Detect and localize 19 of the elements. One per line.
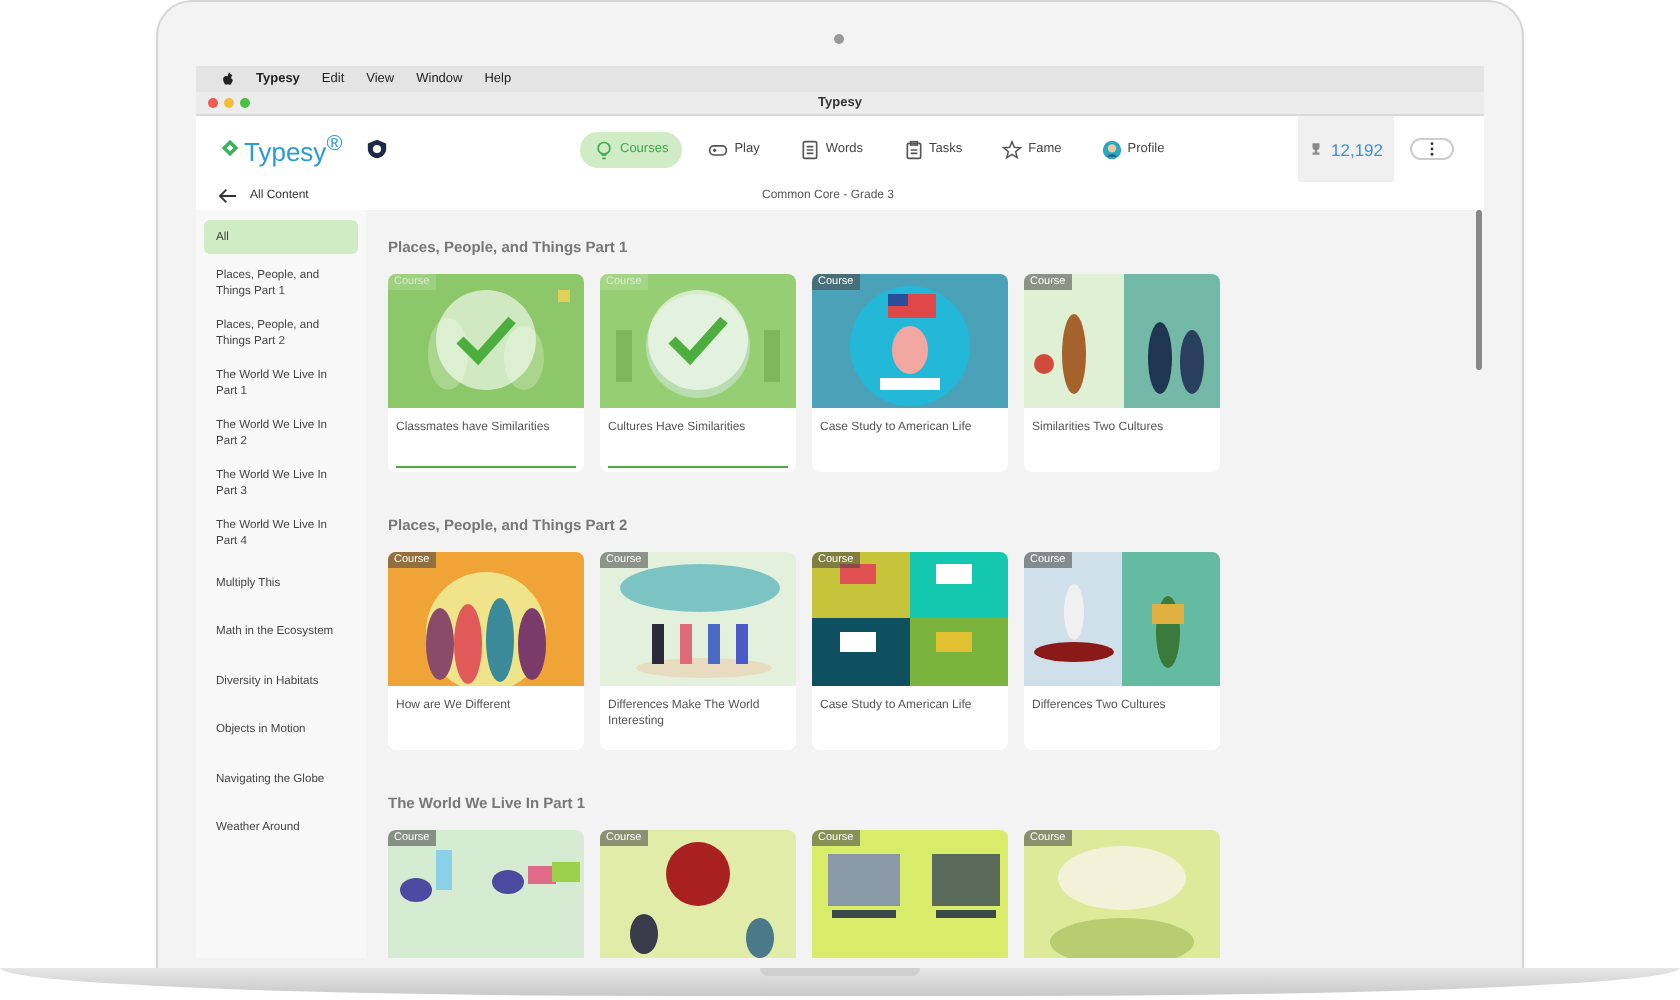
minimize-button[interactable] (224, 98, 234, 108)
lightbulb-icon (594, 139, 614, 159)
close-button[interactable] (208, 98, 218, 108)
scrollbar[interactable] (1476, 210, 1482, 370)
score-value: 12,192 (1331, 139, 1383, 159)
shield-icon (366, 137, 389, 160)
camera-icon (834, 34, 844, 44)
apple-icon (222, 72, 234, 86)
avatar-icon (1101, 139, 1122, 159)
logo: Typesy$^{®}$ (244, 131, 343, 167)
list-icon (799, 139, 820, 159)
more-button[interactable] (1410, 138, 1454, 160)
logo-icon (220, 138, 240, 159)
back-arrow-icon (218, 188, 238, 204)
gamepad-icon (708, 139, 729, 159)
trophy-icon (1309, 142, 1321, 156)
star-icon (1002, 139, 1023, 159)
clipboard-icon (903, 139, 924, 159)
zoom-button[interactable] (240, 98, 250, 108)
